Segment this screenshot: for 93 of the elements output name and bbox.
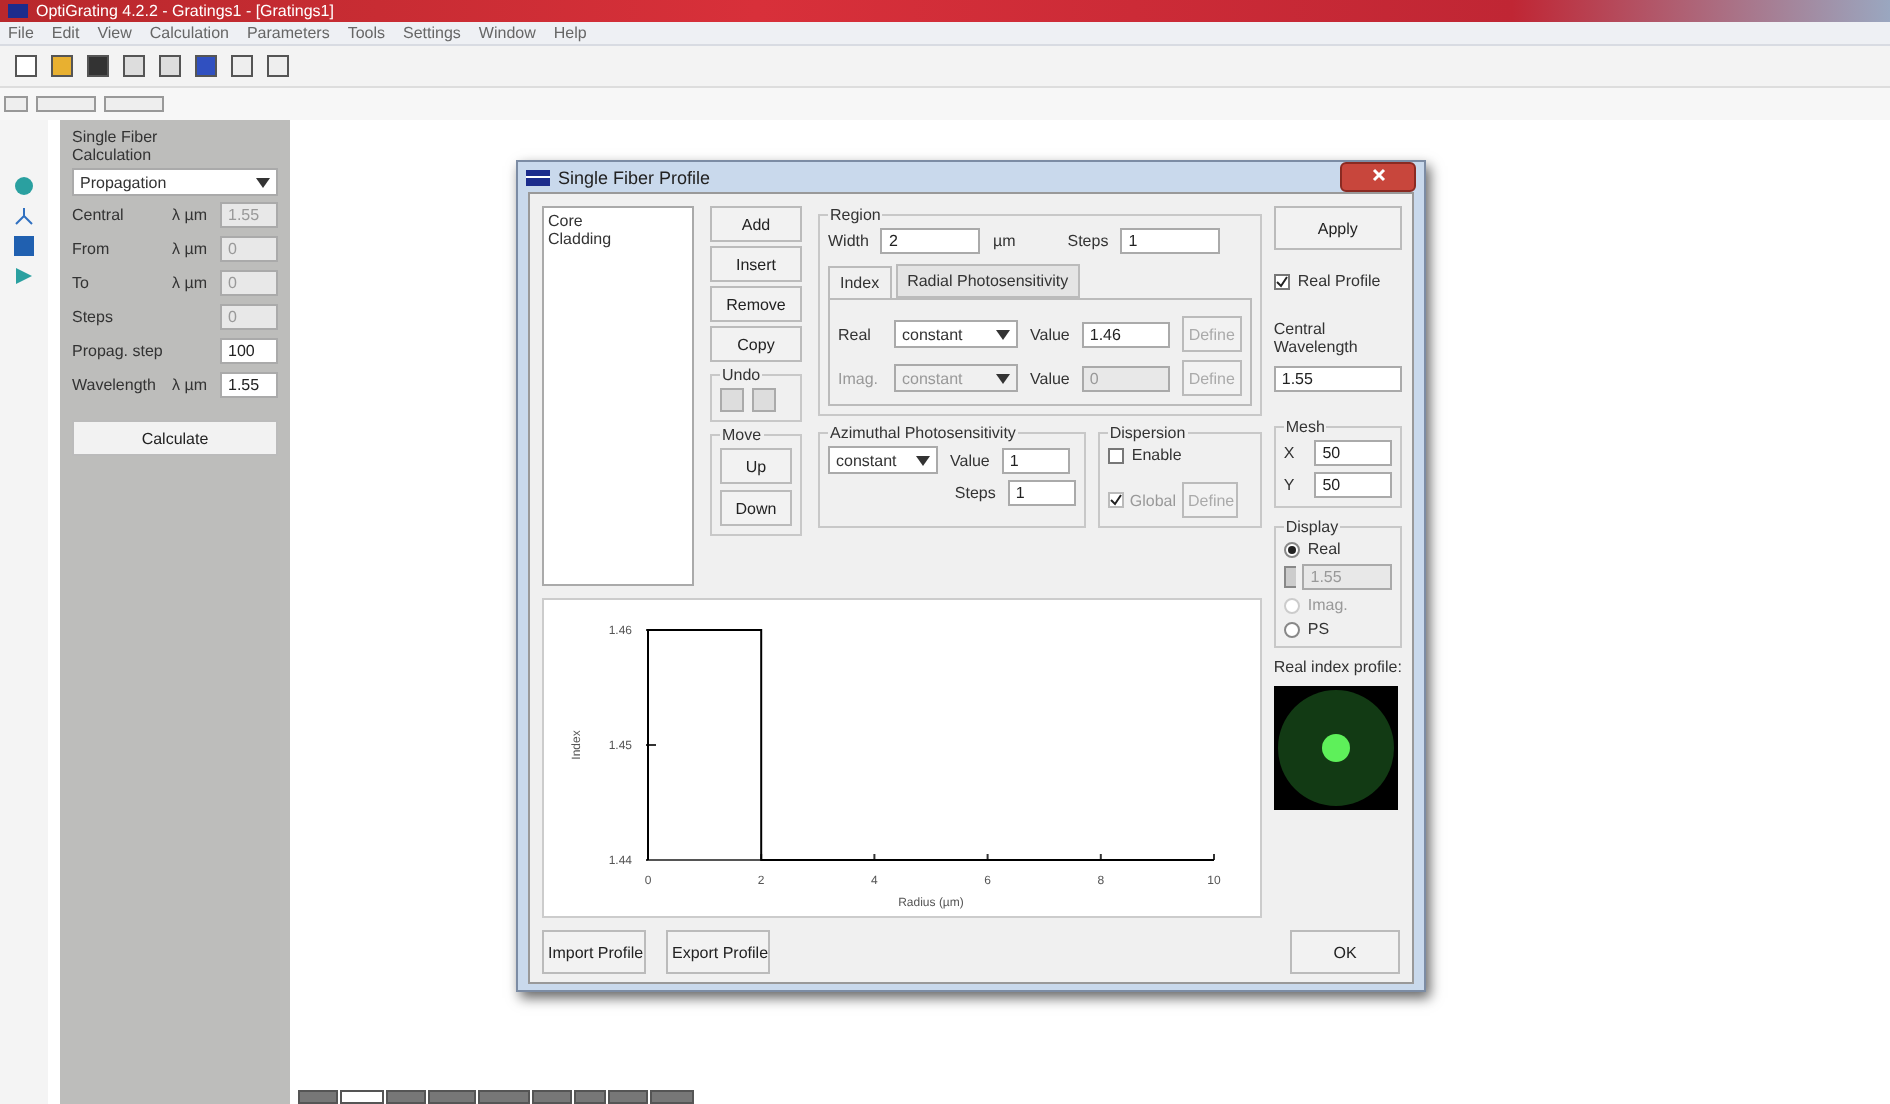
index-profile-drawing [1273, 686, 1398, 810]
unit-label: λ µm [172, 240, 209, 258]
field-label: Imag. [838, 369, 881, 387]
mesh-field[interactable]: 50 [1314, 472, 1392, 498]
menu-item[interactable]: Tools [347, 24, 386, 42]
menu-item[interactable]: View [97, 24, 132, 42]
field-label: Steps [72, 308, 115, 326]
field-label: Steps [1067, 232, 1109, 250]
calculate-button[interactable]: Calculate [72, 420, 278, 456]
layer-button[interactable]: Insert [710, 246, 802, 282]
close-button[interactable] [1340, 162, 1416, 192]
profile-button[interactable]: Export Profile [666, 930, 770, 974]
field-label: Steps [954, 484, 996, 502]
apply-button[interactable]: Apply [1273, 206, 1402, 250]
profile-label: Real index profile: [1273, 658, 1402, 676]
dropdown-arrow-icon[interactable] [996, 329, 1010, 339]
menu-item[interactable]: File [8, 24, 34, 42]
field-label: To [72, 274, 91, 292]
layer-button[interactable]: Add [710, 206, 802, 242]
network-icon[interactable] [14, 206, 34, 226]
wavelength-field[interactable]: 1.55 [1273, 366, 1402, 392]
tab[interactable]: Index [828, 266, 892, 298]
field-label: Value [1030, 325, 1070, 343]
dialog-title: Single Fiber Profile [558, 167, 713, 187]
window-title: OptiGrating 4.2.2 - Gratings1 - [Gratings1] [36, 2, 334, 20]
checkbox[interactable] [1107, 492, 1124, 508]
app-icon [8, 4, 28, 18]
value-field[interactable]: 1.46 [1081, 321, 1170, 347]
value-field[interactable]: 1 [1001, 447, 1070, 473]
steps-field[interactable]: 1 [1007, 480, 1076, 506]
field-label: Central [72, 206, 126, 224]
list-item[interactable]: Cladding [548, 230, 688, 248]
checkbox-label: Real Profile [1297, 272, 1381, 290]
field-label: Width [828, 232, 869, 250]
unit-label: λ µm [172, 206, 209, 224]
checkbox[interactable] [1273, 273, 1290, 289]
type-dropdown[interactable]: constant [894, 320, 1018, 348]
checkbox-label: Global [1129, 491, 1176, 509]
group-label: Dispersion [1107, 424, 1188, 442]
menu-item[interactable]: Edit [51, 24, 80, 42]
spin-icon[interactable] [1283, 566, 1297, 588]
close-icon[interactable] [1371, 168, 1385, 182]
move-button[interactable]: Up [720, 448, 792, 484]
field-label: Wavelength [72, 376, 158, 394]
field-label: Central Wavelength [1273, 320, 1360, 356]
radio-label: PS [1307, 620, 1330, 638]
group-label: Undo [720, 366, 763, 384]
field-label: Propag. step [72, 342, 165, 360]
layer-button[interactable]: Copy [710, 326, 802, 362]
tab[interactable]: Radial Photosensitivity [895, 264, 1081, 298]
move-button[interactable]: Down [720, 490, 792, 526]
radio-label: Imag. [1307, 596, 1348, 614]
unit-label: λ µm [172, 376, 209, 394]
menu-item[interactable]: Settings [403, 24, 461, 42]
checkbox[interactable] [1107, 447, 1124, 463]
group-label: Mesh [1283, 418, 1327, 436]
play-icon[interactable] [14, 266, 34, 286]
menu-item[interactable]: Window [478, 24, 536, 42]
field-label: X [1283, 444, 1297, 462]
menu-item[interactable]: Parameters [246, 24, 330, 42]
radio-button[interactable] [1283, 541, 1300, 557]
circle-icon[interactable] [14, 176, 34, 196]
radio-button[interactable] [1283, 621, 1300, 637]
field-label: From [72, 240, 112, 258]
mode-dropdown[interactable]: Propagation [72, 168, 278, 196]
input-field[interactable]: 100 [220, 338, 278, 364]
field-label: Value [950, 451, 990, 469]
group-label: Display [1283, 518, 1341, 536]
type-dropdown[interactable]: constant [828, 446, 938, 474]
unit-label: λ µm [172, 274, 209, 292]
radio-label: Real [1307, 540, 1341, 558]
ok-button[interactable]: OK [1290, 930, 1400, 974]
profile-button[interactable]: Import Profile [542, 930, 646, 974]
group-label: Region [828, 206, 883, 224]
field-label: Real [838, 325, 873, 343]
group-label: Move [720, 426, 764, 444]
field-label: Value [1030, 369, 1070, 387]
layer-button[interactable]: Remove [710, 286, 802, 322]
steps-field[interactable]: 1 [1120, 228, 1221, 254]
input-field[interactable]: 1.55 [220, 372, 278, 398]
menu-item[interactable]: Help [553, 24, 587, 42]
dropdown-arrow-icon[interactable] [256, 177, 270, 187]
mesh-field[interactable]: 50 [1314, 440, 1392, 466]
unit-label: µm [992, 232, 1016, 250]
group-label: Azimuthal Photosensitivity [828, 424, 1018, 442]
list-item[interactable]: Core [548, 212, 688, 230]
field-label: Y [1283, 476, 1297, 494]
width-field[interactable]: 2 [880, 228, 981, 254]
checkbox-label: Enable [1131, 446, 1182, 464]
menu-item[interactable]: Calculation [149, 24, 229, 42]
app-icon [526, 169, 550, 185]
panel-title: Single Fiber Calculation [72, 128, 160, 164]
dropdown-arrow-icon[interactable] [916, 455, 930, 465]
